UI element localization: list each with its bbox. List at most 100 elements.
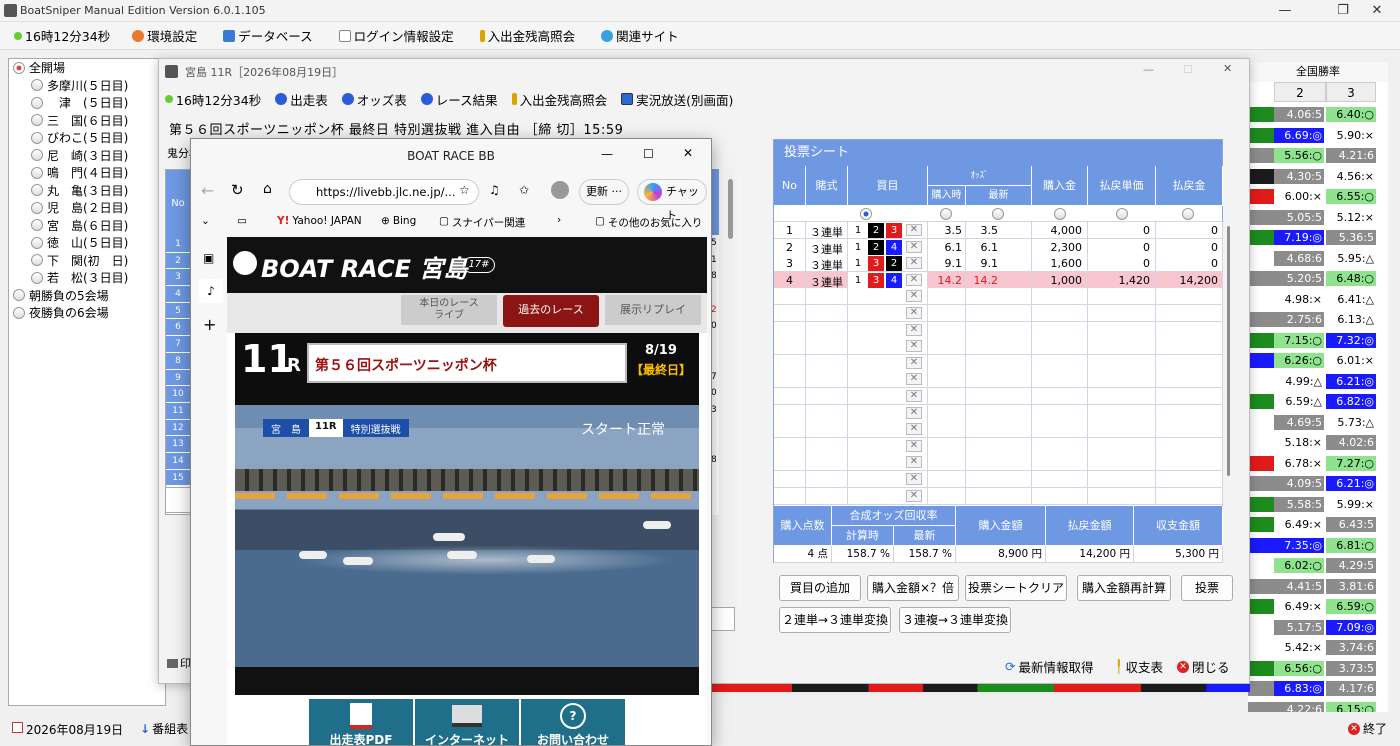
delete-row-button[interactable]: ✕ — [906, 489, 922, 502]
delete-row-button[interactable]: ✕ — [906, 323, 922, 336]
tree-morning[interactable]: 朝勝負の5会場 — [9, 287, 165, 305]
clear-sheet-button[interactable]: 投票シートクリア — [965, 575, 1067, 601]
tree-venue-item[interactable]: 多摩川(５日目) — [9, 77, 165, 95]
race-list-row[interactable]: 7 — [166, 336, 190, 353]
close-button[interactable]: ✕ — [1354, 0, 1400, 22]
recalc-button[interactable]: 購入金額再計算 — [1077, 575, 1171, 601]
related-sites-button[interactable]: 関連サイト — [601, 26, 679, 45]
sub-balance-button[interactable]: 入出金残高照会 — [511, 90, 607, 109]
vote-button[interactable]: 投票 — [1181, 575, 1233, 601]
multiply-amount-button[interactable]: 購入金額×？倍 — [867, 575, 959, 601]
tree-venue-item[interactable]: 丸 亀(３日目) — [9, 182, 165, 200]
sort-radio-odds-latest[interactable] — [992, 208, 1004, 220]
bookmark-yahoo[interactable]: Y! Yahoo! JAPAN — [277, 215, 362, 227]
race-list-row[interactable]: 1 — [166, 236, 190, 253]
url-field[interactable]: https://livebb.jlc.ne.jp/... — [289, 179, 479, 205]
tree-venue-item[interactable]: 三 国(６日目) — [9, 112, 165, 130]
tree-venue-item[interactable]: びわこ(５日目) — [9, 129, 165, 147]
race-list-row[interactable]: 14 — [166, 452, 190, 470]
delete-row-button[interactable]: ✕ — [906, 257, 922, 270]
browser-minimize-button[interactable]: — — [601, 147, 613, 161]
tree-root[interactable]: 全開場 — [9, 59, 165, 77]
race-list-row[interactable]: 8 — [166, 352, 190, 370]
tree-venue-item[interactable]: 下 関(初 日) — [9, 252, 165, 270]
sub-minimize-button[interactable]: — — [1143, 63, 1154, 76]
race-result-button[interactable]: レース結果 — [420, 90, 498, 109]
delete-row-button[interactable]: ✕ — [906, 340, 922, 353]
race-list-row[interactable]: 13 — [166, 436, 190, 453]
browser-maximize-button[interactable]: ☐ — [643, 147, 654, 161]
reload-icon[interactable]: ↻ — [231, 181, 244, 199]
update-button[interactable]: 更新 ··· — [579, 179, 629, 205]
profile-icon[interactable] — [551, 181, 569, 199]
race-list-row[interactable]: 5 — [166, 302, 190, 320]
home-icon[interactable]: ⌂ — [263, 181, 272, 197]
delete-row-button[interactable]: ✕ — [906, 290, 922, 303]
race-list-row[interactable]: 15 — [166, 469, 190, 487]
speaker-icon[interactable]: ♪ — [199, 279, 223, 303]
live-broadcast-button[interactable]: 実況放送(別画面) — [621, 90, 733, 109]
race-list-row[interactable]: 6 — [166, 319, 190, 337]
odds-table-button[interactable]: オッズ表 — [341, 90, 407, 109]
contact-button[interactable]: ? お問い合わせ — [521, 699, 625, 745]
ledger-button[interactable]: ╿ 収支表 — [1115, 657, 1163, 676]
browser-close-button[interactable]: ✕ — [683, 146, 693, 160]
sort-radio-payout[interactable] — [1182, 208, 1194, 220]
trio-to-trifecta-button[interactable]: ３連複→３連単変換 — [899, 607, 1011, 633]
race-list-row[interactable]: 4 — [166, 286, 190, 303]
race-list-row[interactable]: 12 — [166, 419, 190, 437]
chevron-right-icon[interactable]: › — [557, 214, 561, 226]
delete-row-button[interactable]: ✕ — [906, 390, 922, 402]
tree-venue-item[interactable]: 徳 山(５日目) — [9, 234, 165, 252]
tab-today-live[interactable]: 本日のレース ライブ — [401, 295, 497, 325]
scrollbar-thumb[interactable] — [728, 179, 733, 239]
delete-row-button[interactable]: ✕ — [906, 423, 922, 436]
chat-button[interactable]: チャット — [637, 179, 707, 222]
bookmark-bing[interactable]: ⊕ Bing — [381, 215, 416, 227]
sort-radio-odds-buy[interactable] — [940, 208, 952, 220]
delete-row-button[interactable]: ✕ — [906, 273, 922, 286]
vote-scrollbar-thumb[interactable] — [1227, 226, 1230, 476]
bookmark-sniper[interactable]: ▢ スナイパー関連 — [439, 215, 525, 230]
tree-venue-item[interactable]: 尼 崎(３日目) — [9, 147, 165, 165]
entry-table-button[interactable]: 出走表 — [275, 90, 328, 109]
settings-button[interactable]: 環境設定 — [132, 26, 197, 45]
delete-row-button[interactable]: ✕ — [906, 406, 922, 419]
delete-row-button[interactable]: ✕ — [906, 456, 922, 469]
tab-replay[interactable]: 展示リプレイ — [605, 295, 701, 325]
race-list-row[interactable]: 10 — [166, 386, 190, 403]
add-icon[interactable]: + — [203, 315, 216, 334]
sub-close-button[interactable]: ✕ — [1223, 62, 1232, 75]
exacta-to-trifecta-button[interactable]: ２連単→３連単変換 — [779, 607, 891, 633]
tree-venue-item[interactable]: 児 島(２日目) — [9, 199, 165, 217]
media-icon[interactable]: ♫ — [489, 183, 500, 197]
delete-row-button[interactable]: ✕ — [906, 240, 922, 253]
balance-button[interactable]: 入出金残高照会 — [479, 26, 575, 45]
add-eye-button[interactable]: 買目の追加 — [779, 575, 861, 601]
race-list-row[interactable]: 3 — [166, 269, 190, 287]
tree-venue-item[interactable]: 宮 島(６日目) — [9, 217, 165, 235]
reading-list-icon[interactable]: ▣ — [203, 251, 214, 265]
chevron-down-icon[interactable]: ⌄ — [201, 215, 210, 227]
delete-row-button[interactable]: ✕ — [906, 307, 922, 319]
tree-venue-item[interactable]: 津 (５日目) — [9, 94, 165, 112]
live-video[interactable]: 宮 島 11R 特別選抜戦 スタート正常 — [235, 405, 699, 695]
sort-radio-amount[interactable] — [1054, 208, 1066, 220]
race-list-row[interactable]: 9 — [166, 369, 190, 387]
star-icon[interactable]: ☆ — [459, 183, 470, 197]
entry-pdf-button[interactable]: 出走表PDF — [309, 699, 413, 745]
refresh-button[interactable]: ⟳ 最新情報取得 — [1005, 657, 1094, 676]
minimize-button[interactable]: — — [1262, 0, 1308, 22]
tree-night[interactable]: 夜勝負の6会場 — [9, 304, 165, 322]
memo-box[interactable] — [711, 607, 735, 631]
login-settings-button[interactable]: ログイン情報設定 — [338, 26, 454, 45]
tab-past-races[interactable]: 過去のレース — [503, 295, 599, 327]
tree-venue-item[interactable]: 若 松(３日目) — [9, 269, 165, 287]
close-window-button[interactable]: ✕ 閉じる — [1177, 657, 1230, 676]
database-button[interactable]: データベース — [223, 26, 313, 45]
delete-row-button[interactable]: ✕ — [906, 373, 922, 386]
internet-button[interactable]: インターネット — [415, 699, 519, 745]
delete-row-button[interactable]: ✕ — [906, 224, 922, 236]
program-button[interactable]: ↓ 番組表 — [140, 720, 188, 737]
bookmark-other[interactable]: ▢ その他のお気に入り — [595, 215, 702, 230]
